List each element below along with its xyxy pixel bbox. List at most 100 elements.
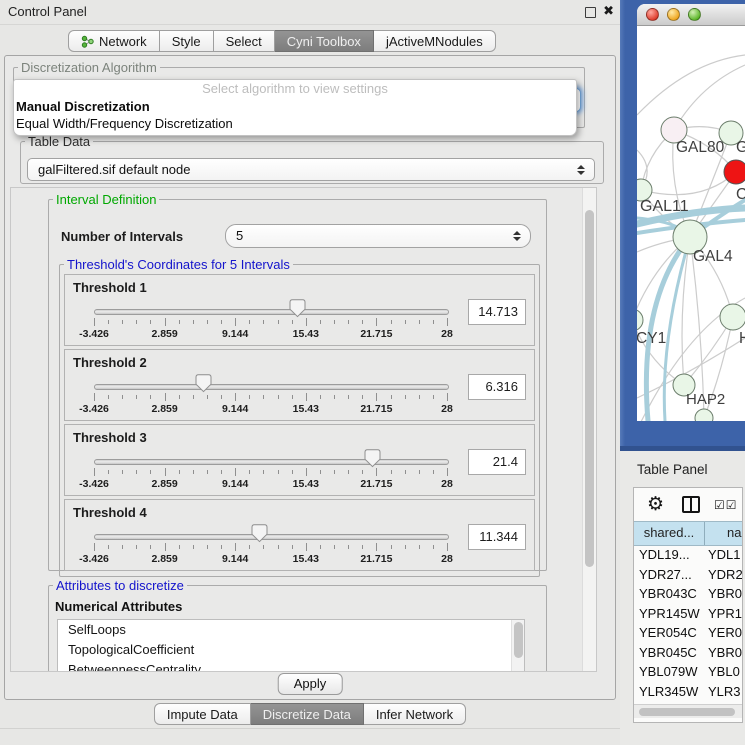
- cell-name[interactable]: YDL1: [704, 545, 741, 565]
- panel-title: Control Panel: [8, 4, 87, 19]
- tick-label: 15.43: [293, 478, 319, 490]
- table-data-combobox[interactable]: galFiltered.sif default node: [27, 158, 595, 181]
- tick-mark: [306, 468, 307, 476]
- table-row[interactable]: YBR045CYBR0: [634, 643, 743, 663]
- table-panel: Table Panel ⚙ ☑☑ shared... na YDL19...YD…: [620, 451, 745, 745]
- cell-name[interactable]: YBL0: [704, 662, 740, 682]
- cell-name[interactable]: YBR0: [704, 643, 742, 663]
- network-canvas[interactable]: GAL80 G C GAL11 GAL4 GCY1 H HAP2: [637, 26, 745, 421]
- cell-name[interactable]: YER0: [704, 623, 742, 643]
- apply-button[interactable]: Apply: [278, 673, 343, 695]
- tick-mark: [433, 545, 434, 549]
- tab-infer-network[interactable]: Infer Network: [364, 703, 466, 725]
- tab-network[interactable]: Network: [68, 30, 160, 52]
- network-node[interactable]: [637, 309, 643, 331]
- tab-cyni-toolbox[interactable]: Cyni Toolbox: [275, 30, 374, 52]
- table-row[interactable]: YER054CYER0: [634, 623, 743, 643]
- num-intervals-spinner[interactable]: 5: [225, 224, 531, 248]
- network-view-window: GAL80 G C GAL11 GAL4 GCY1 H HAP2: [637, 4, 745, 421]
- tick-label: 9.144: [222, 478, 248, 490]
- cell-name[interactable]: YBR0: [704, 584, 742, 604]
- tab-style[interactable]: Style: [160, 30, 214, 52]
- tick-label: -3.426: [79, 553, 109, 565]
- cell-shared-name[interactable]: YDL19...: [634, 545, 704, 565]
- gear-icon[interactable]: ⚙: [647, 495, 664, 514]
- network-node[interactable]: [720, 304, 745, 330]
- discretize-settings-panel: Discretization Algorithm Select algorith…: [4, 55, 616, 700]
- table-data-value: galFiltered.sif default node: [38, 162, 190, 177]
- slider-handle[interactable]: [251, 524, 268, 543]
- tab-jactivemnodules[interactable]: jActiveMNodules: [374, 30, 496, 52]
- cell-shared-name[interactable]: YBR045C: [634, 643, 704, 663]
- slider-tick-labels: -3.4262.8599.14415.4321.71528: [94, 328, 447, 340]
- close-traffic-light[interactable]: [646, 8, 659, 21]
- list-scrollbar[interactable]: [511, 620, 524, 672]
- close-icon[interactable]: ✖: [603, 3, 614, 19]
- threshold-value-field[interactable]: 14.713: [468, 299, 526, 325]
- tick-mark: [263, 320, 264, 324]
- scrollbar-thumb[interactable]: [639, 708, 735, 716]
- float-window-icon[interactable]: [585, 7, 596, 18]
- tab-impute-data[interactable]: Impute Data: [154, 703, 251, 725]
- table-row[interactable]: YBL079WYBL0: [634, 662, 743, 682]
- tab-label: Discretize Data: [263, 707, 351, 722]
- threshold-slider[interactable]: -3.4262.8599.14415.4321.71528: [94, 376, 447, 418]
- cell-name[interactable]: YDR2: [704, 565, 743, 585]
- tick-label: 21.715: [360, 328, 392, 340]
- tab-select[interactable]: Select: [214, 30, 275, 52]
- tick-mark: [94, 543, 95, 551]
- attribute-item[interactable]: SelfLoops: [58, 620, 524, 640]
- tick-mark: [165, 393, 166, 401]
- cell-shared-name[interactable]: YBL079W: [634, 662, 704, 682]
- table-row[interactable]: YDR27...YDR2: [634, 565, 743, 585]
- threshold-slider[interactable]: -3.4262.8599.14415.4321.71528: [94, 301, 447, 343]
- threshold-value-field[interactable]: 6.316: [468, 374, 526, 400]
- tick-mark: [278, 320, 279, 324]
- minimize-traffic-light[interactable]: [667, 8, 680, 21]
- table-horizontal-scrollbar[interactable]: [634, 704, 742, 718]
- attribute-item[interactable]: TopologicalCoefficient: [58, 640, 524, 660]
- zoom-traffic-light[interactable]: [688, 8, 701, 21]
- table-row[interactable]: YBR043CYBR0: [634, 584, 743, 604]
- threshold-value-field[interactable]: 11.344: [468, 524, 526, 550]
- column-header-name[interactable]: na: [705, 522, 741, 545]
- column-header-shared-name[interactable]: shared...: [634, 522, 705, 545]
- tick-mark: [334, 470, 335, 474]
- cell-shared-name[interactable]: YDR27...: [634, 565, 704, 585]
- threshold-list: Threshold 1-3.4262.8599.14415.4321.71528…: [60, 274, 539, 571]
- attribute-item[interactable]: BetweennessCentrality: [58, 660, 524, 672]
- numerical-attributes-list[interactable]: SelfLoopsTopologicalCoefficientBetweenne…: [57, 619, 525, 672]
- checkbox-icons[interactable]: ☑☑: [714, 498, 738, 512]
- tick-mark: [193, 320, 194, 324]
- dropdown-option-manual[interactable]: Manual Discretization: [14, 98, 576, 115]
- dropdown-option-equal-width[interactable]: Equal Width/Frequency Discretization: [14, 115, 576, 132]
- cell-shared-name[interactable]: YBR043C: [634, 584, 704, 604]
- tick-label: 28: [441, 553, 453, 565]
- scrollbar-thumb[interactable]: [585, 210, 594, 567]
- split-columns-icon[interactable]: [682, 496, 700, 513]
- tick-mark: [235, 543, 236, 551]
- cell-shared-name[interactable]: YLR345W: [634, 682, 704, 702]
- cell-shared-name[interactable]: YER054C: [634, 623, 704, 643]
- network-node[interactable]: [695, 409, 713, 421]
- slider-handle[interactable]: [195, 374, 212, 393]
- tick-mark: [108, 395, 109, 399]
- table-row[interactable]: YDL19...YDL1: [634, 545, 743, 565]
- threshold-slider[interactable]: -3.4262.8599.14415.4321.71528: [94, 526, 447, 568]
- table-row[interactable]: YLR345WYLR3: [634, 682, 743, 702]
- cell-shared-name[interactable]: YPR145W: [634, 604, 704, 624]
- tab-discretize-data[interactable]: Discretize Data: [251, 703, 364, 725]
- table-row[interactable]: YPR145WYPR1: [634, 604, 743, 624]
- tick-label: 28: [441, 403, 453, 415]
- cell-name[interactable]: YPR1: [704, 604, 742, 624]
- slider-handle[interactable]: [364, 449, 381, 468]
- slider-handle[interactable]: [289, 299, 306, 318]
- threshold-slider[interactable]: -3.4262.8599.14415.4321.71528: [94, 451, 447, 493]
- tick-label: 21.715: [360, 553, 392, 565]
- scrollbar-thumb[interactable]: [514, 622, 523, 658]
- tick-label: 9.144: [222, 553, 248, 565]
- settings-scrollbar[interactable]: [582, 188, 596, 671]
- threshold-value-field[interactable]: 21.4: [468, 449, 526, 475]
- network-node-selected[interactable]: [724, 160, 745, 184]
- cell-name[interactable]: YLR3: [704, 682, 741, 702]
